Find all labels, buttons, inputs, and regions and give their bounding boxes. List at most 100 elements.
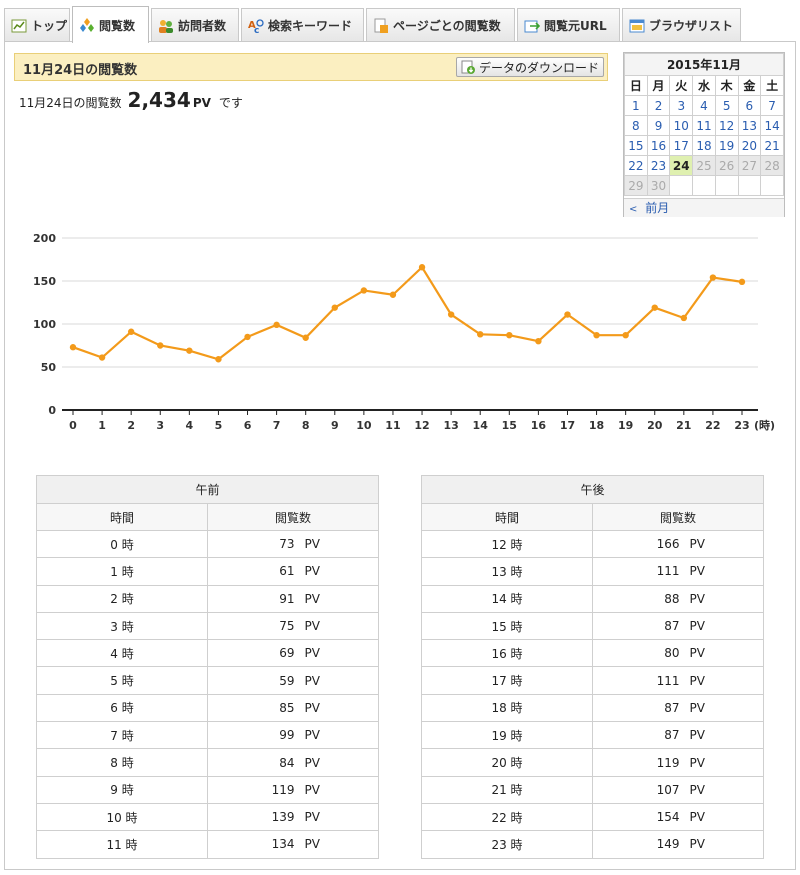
calendar-day[interactable]: 17	[669, 135, 694, 156]
calendar: 2015年11月 日月火水木金土 1 2 3 4 5 6 7 8 9 10 11 12 13 14 15 16…	[623, 52, 785, 217]
data-point	[331, 304, 338, 311]
table-row: 18 時 87 PV	[421, 693, 764, 723]
prev-month-link[interactable]: < 前月	[624, 198, 784, 217]
hour-cell: 17 時	[421, 666, 593, 695]
x-tick-label: 12	[414, 419, 429, 432]
views-cell: 91 PV	[207, 584, 379, 613]
x-tick-label: 15	[502, 419, 517, 432]
calendar-day[interactable]: 9	[646, 115, 671, 136]
calendar-day[interactable]: 10	[669, 115, 694, 136]
calendar-day: 30	[646, 175, 671, 196]
calendar-day[interactable]: 23	[646, 155, 671, 176]
views-unit: PV	[689, 837, 705, 852]
calendar-day[interactable]: 18	[692, 135, 716, 156]
am-col-time: 時間	[36, 503, 208, 531]
calendar-day[interactable]: 8	[624, 115, 648, 136]
calendar-day[interactable]: 1	[624, 95, 648, 116]
data-point	[680, 314, 688, 322]
tab-views[interactable]: 閲覧数	[72, 6, 149, 43]
hour-cell: 19 時	[421, 721, 593, 750]
views-cell: 84 PV	[207, 748, 379, 777]
table-row: 2 時 91 PV	[36, 584, 379, 613]
calendar-day[interactable]: 12	[714, 115, 739, 136]
views-cell: 73 PV	[207, 529, 379, 559]
x-tick-label: 20	[647, 419, 663, 432]
views-unit: PV	[689, 810, 705, 825]
views-cell: 85 PV	[207, 693, 379, 723]
hour-cell: 14 時	[421, 584, 593, 613]
data-point	[127, 328, 135, 335]
views-cell: 99 PV	[207, 721, 379, 750]
calendar-day[interactable]: 4	[692, 95, 716, 116]
views-cell: 111 PV	[592, 557, 764, 586]
views-cell: 139 PV	[207, 802, 379, 832]
tab-search-keyword[interactable]: Ac 検索キーワード	[241, 8, 364, 42]
views-cell: 75 PV	[207, 611, 379, 641]
views-unit: PV	[689, 564, 705, 579]
table-row: 21 時 107 PV	[421, 775, 764, 804]
y-tick-label: 100	[33, 318, 56, 331]
views-cell: 87 PV	[592, 693, 764, 723]
views-cell: 119 PV	[207, 775, 379, 804]
calendar-day[interactable]: 2	[646, 95, 671, 116]
data-point	[215, 356, 222, 363]
calendar-day[interactable]: 3	[669, 95, 694, 116]
download-data-button[interactable]: データのダウンロード	[456, 57, 604, 77]
tab-browser[interactable]: ブラウザリスト	[622, 8, 741, 42]
tab-referrer[interactable]: 閲覧元URL	[517, 8, 620, 42]
table-row: 17 時 111 PV	[421, 666, 764, 695]
chevron-left-icon: <	[629, 204, 638, 215]
calendar-day[interactable]: 14	[760, 115, 784, 136]
table-row: 8 時 84 PV	[36, 748, 379, 777]
views-unit: PV	[304, 564, 320, 579]
download-label: データのダウンロード	[478, 60, 599, 75]
x-tick-label: 9	[331, 419, 339, 432]
calendar-title: 2015年11月	[624, 53, 784, 76]
calendar-day[interactable]: 7	[760, 95, 784, 116]
views-value: 88	[664, 591, 680, 606]
hour-cell: 1 時	[36, 557, 208, 586]
hour-cell: 0 時	[36, 529, 208, 559]
views-value: 85	[279, 700, 295, 715]
tab-page[interactable]: ページごとの閲覧数	[366, 8, 515, 42]
views-cell: 59 PV	[207, 666, 379, 695]
x-tick-label: 19	[618, 419, 633, 432]
pm-col-views: 閲覧数	[592, 503, 764, 531]
calendar-day[interactable]: 15	[624, 135, 648, 156]
calendar-day[interactable]: 21	[760, 135, 784, 156]
calendar-day[interactable]: 19	[714, 135, 739, 156]
hour-cell: 22 時	[421, 802, 593, 832]
y-tick-label: 50	[41, 361, 57, 374]
hour-cell: 13 時	[421, 557, 593, 586]
views-unit: PV	[304, 537, 320, 552]
calendar-day[interactable]: 22	[624, 155, 648, 176]
x-tick-label: 13	[443, 419, 458, 432]
calendar-day[interactable]: 6	[737, 95, 762, 116]
summary-value: 2,434	[127, 88, 191, 112]
pm-section-header: 午後	[421, 475, 764, 504]
calendar-day[interactable]: 5	[714, 95, 739, 116]
data-point	[157, 342, 164, 349]
table-row: 6 時 85 PV	[36, 693, 379, 723]
referrer-icon	[524, 18, 541, 34]
calendar-day[interactable]: 16	[646, 135, 671, 156]
views-unit: PV	[689, 646, 705, 661]
daily-summary: 11月24日の閲覧数 2,434 PV です	[19, 88, 243, 112]
hour-cell: 2 時	[36, 584, 208, 613]
data-point	[360, 287, 368, 294]
calendar-day[interactable]: 20	[737, 135, 762, 156]
views-cell: 166 PV	[592, 529, 764, 559]
search-keyword-icon: Ac	[248, 18, 264, 36]
calendar-day[interactable]: 11	[692, 115, 716, 136]
views-unit: PV	[689, 728, 705, 743]
calendar-day[interactable]: 24	[669, 155, 694, 176]
calendar-day: 28	[760, 155, 784, 176]
tab-chart[interactable]: トップ	[4, 8, 70, 42]
views-unit: PV	[689, 591, 705, 606]
views-value: 87	[664, 619, 680, 634]
tab-visitors[interactable]: 訪問者数	[151, 8, 239, 42]
y-tick-label: 200	[33, 232, 56, 245]
hour-cell: 9 時	[36, 775, 208, 804]
calendar-day[interactable]: 13	[737, 115, 762, 136]
hour-cell: 15 時	[421, 611, 593, 641]
